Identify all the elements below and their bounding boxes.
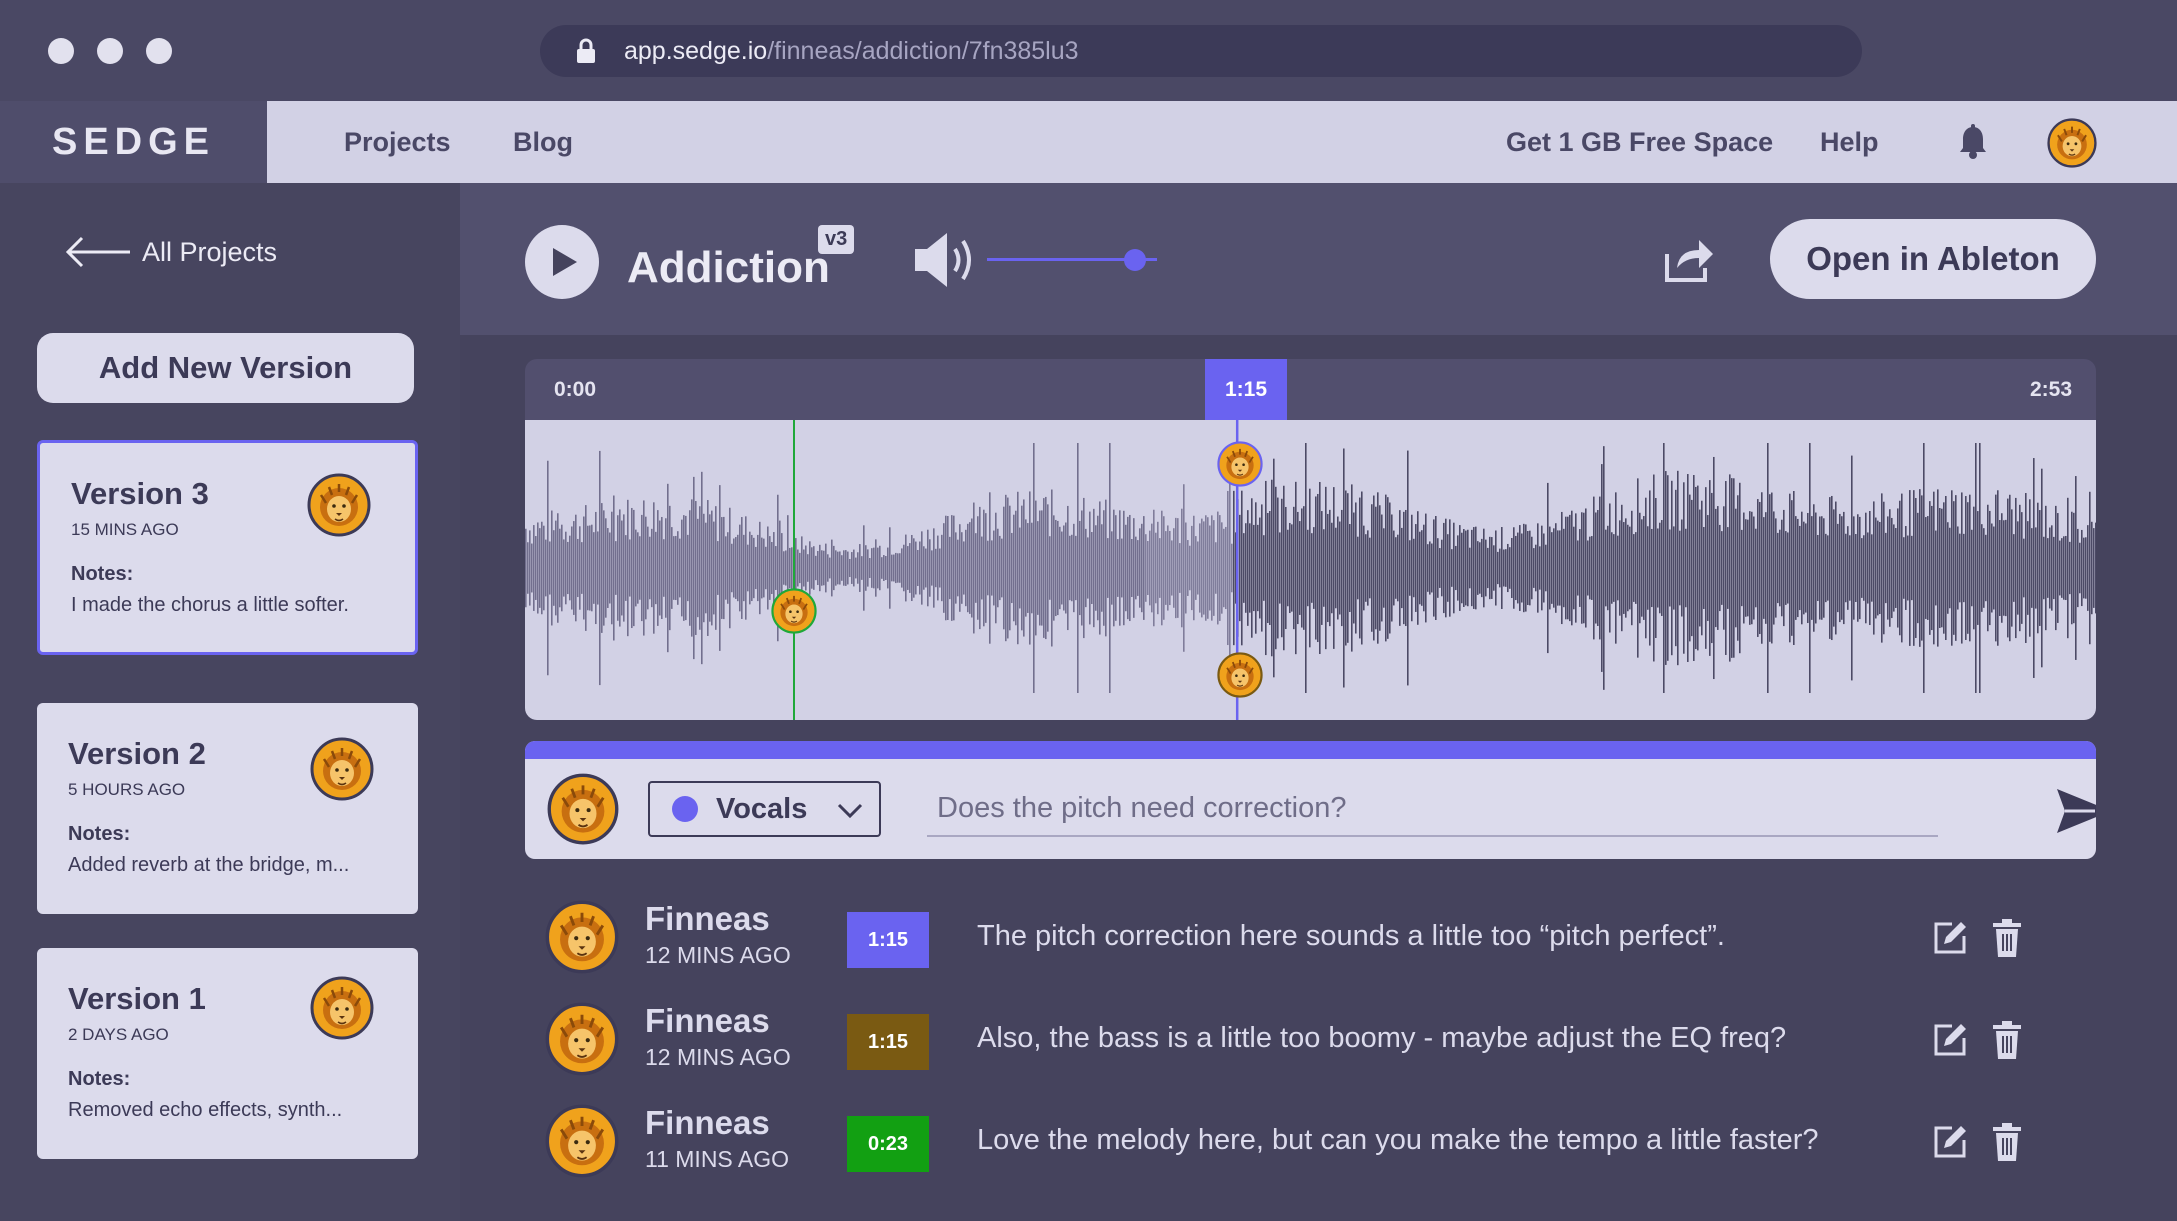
waveform-area[interactable] xyxy=(525,420,2096,720)
add-new-version-button[interactable]: Add New Version xyxy=(37,333,414,403)
window-maximize-dot[interactable] xyxy=(146,38,172,64)
comment-composer: Vocals xyxy=(525,741,2096,859)
comment-marker-brown[interactable] xyxy=(1217,652,1263,703)
volume-slider-handle[interactable] xyxy=(1123,249,1146,271)
window-close-dot[interactable] xyxy=(48,38,74,64)
all-projects-link[interactable]: All Projects xyxy=(64,235,277,269)
comment-timestamp-button[interactable]: 0:23 xyxy=(847,1116,929,1172)
chevron-down-icon xyxy=(837,803,863,819)
comment-text: The pitch correction here sounds a littl… xyxy=(977,920,1725,952)
back-arrow-icon xyxy=(65,236,130,268)
address-bar[interactable]: app.sedge.io/finneas/addiction/7fn385lu3 xyxy=(540,25,1862,77)
nav-blog[interactable]: Blog xyxy=(513,101,573,183)
window-minimize-dot[interactable] xyxy=(97,38,123,64)
comment-time: 11 MINS AGO xyxy=(645,1146,790,1172)
speaker-icon[interactable] xyxy=(912,229,982,296)
nav-projects[interactable]: Projects xyxy=(344,101,451,183)
comment-text: Love the melody here, but can you make t… xyxy=(977,1124,1819,1156)
user-avatar[interactable] xyxy=(2047,118,2097,173)
version-note: I made the chorus a little softer. xyxy=(71,594,349,616)
bell-icon[interactable] xyxy=(1958,124,1988,165)
notes-label: Notes: xyxy=(71,563,134,585)
nav-free-space[interactable]: Get 1 GB Free Space xyxy=(1506,101,1773,183)
version-note: Removed echo effects, synth... xyxy=(68,1099,343,1121)
version-title: Version 3 xyxy=(71,476,209,511)
versions-sidebar: All Projects Add New Version Version 3 1… xyxy=(0,183,460,1221)
send-icon[interactable] xyxy=(2055,787,2096,840)
edit-icon[interactable] xyxy=(1932,1124,1968,1165)
trash-icon[interactable] xyxy=(1992,918,2022,963)
channel-select[interactable]: Vocals xyxy=(648,781,881,837)
version-title: Version 1 xyxy=(68,981,206,1016)
player-bar: Addiction v3 Open in Ableton xyxy=(460,183,2177,335)
comment-marker-green[interactable] xyxy=(771,588,817,639)
trash-icon[interactable] xyxy=(1992,1020,2022,1065)
comment-time: 12 MINS AGO xyxy=(645,942,791,968)
edit-icon[interactable] xyxy=(1932,1022,1968,1063)
comment-avatar xyxy=(545,1002,619,1081)
trash-icon[interactable] xyxy=(1992,1122,2022,1167)
sedge-logo: SEDGE xyxy=(51,120,216,163)
url-domain: app.sedge.io xyxy=(624,36,768,65)
share-icon[interactable] xyxy=(1663,236,1715,289)
notes-label: Notes: xyxy=(68,1068,131,1090)
composer-avatar xyxy=(547,773,619,850)
comment-author: Finneas xyxy=(645,1104,770,1141)
version-title: Version 2 xyxy=(68,736,206,771)
all-projects-label: All Projects xyxy=(142,236,278,267)
comment-avatar xyxy=(545,1104,619,1183)
play-button[interactable] xyxy=(525,225,599,299)
comment-author: Finneas xyxy=(645,1002,770,1039)
version-card-2[interactable]: Version 2 5 HOURS AGO Notes: Added rever… xyxy=(37,703,418,914)
comment-row: Finneas 12 MINS AGO 1:15 Also, the bass … xyxy=(545,1000,2096,1080)
comment-text: Also, the bass is a little too boomy - m… xyxy=(977,1022,1787,1054)
track-title: Addiction xyxy=(627,243,830,292)
browser-chrome: app.sedge.io/finneas/addiction/7fn385lu3 xyxy=(0,0,2177,101)
comment-input[interactable] xyxy=(927,781,1938,837)
version-author-avatar xyxy=(310,737,374,806)
main-panel: Addiction v3 Open in Ableton 0:00 1:15 2… xyxy=(460,183,2177,1221)
version-time: 5 HOURS AGO xyxy=(68,780,186,799)
channel-color-dot xyxy=(672,796,698,822)
timeline-ruler[interactable]: 0:00 1:15 2:53 xyxy=(525,359,2096,420)
time-start: 0:00 xyxy=(554,378,597,401)
version-badge: v3 xyxy=(818,225,855,254)
open-in-ableton-button[interactable]: Open in Ableton xyxy=(1770,219,2096,299)
version-card-3[interactable]: Version 3 15 MINS AGO Notes: I made the … xyxy=(37,440,418,655)
comment-time: 12 MINS AGO xyxy=(645,1044,791,1070)
version-time: 2 DAYS AGO xyxy=(68,1025,169,1044)
comment-marker-purple[interactable] xyxy=(1217,441,1263,492)
version-note: Added reverb at the bridge, m... xyxy=(68,854,350,876)
play-icon xyxy=(553,248,577,276)
notes-label: Notes: xyxy=(68,823,131,845)
lock-icon xyxy=(576,38,596,64)
waveform[interactable] xyxy=(525,420,2096,720)
composer-accent-bar xyxy=(525,741,2096,759)
url-path: /finneas/addiction/7fn385lu3 xyxy=(767,36,1079,65)
nav-help[interactable]: Help xyxy=(1820,101,1879,183)
comment-timestamp-button[interactable]: 1:15 xyxy=(847,912,929,968)
comment-avatar xyxy=(545,900,619,979)
version-time: 15 MINS AGO xyxy=(71,520,179,539)
time-end: 2:53 xyxy=(2029,378,2072,401)
comment-row: Finneas 12 MINS AGO 1:15 The pitch corre… xyxy=(545,898,2096,978)
comment-row: Finneas 11 MINS AGO 0:23 Love the melody… xyxy=(545,1102,2096,1182)
edit-icon[interactable] xyxy=(1932,920,1968,961)
playhead-time[interactable]: 1:15 xyxy=(1205,359,1287,420)
top-navbar: Projects Blog Get 1 GB Free Space Help xyxy=(267,101,2177,183)
version-card-1[interactable]: Version 1 2 DAYS AGO Notes: Removed echo… xyxy=(37,948,418,1159)
version-author-avatar xyxy=(310,976,374,1045)
comment-author: Finneas xyxy=(645,900,770,937)
comment-timestamp-button[interactable]: 1:15 xyxy=(847,1014,929,1070)
channel-label: Vocals xyxy=(716,792,808,825)
version-author-avatar xyxy=(307,473,371,542)
logo-area[interactable]: SEDGE xyxy=(0,101,267,183)
